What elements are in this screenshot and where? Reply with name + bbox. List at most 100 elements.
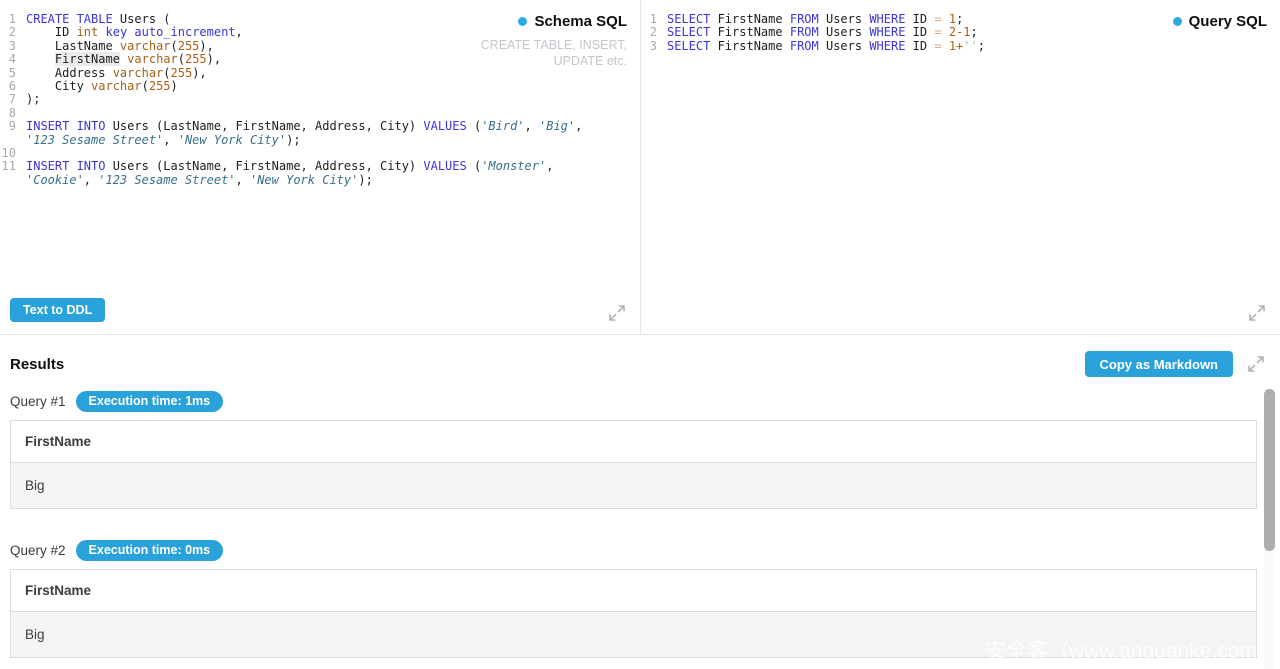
code-token bbox=[942, 25, 949, 39]
code-token: SELECT bbox=[667, 12, 710, 26]
code-token: 'New York City' bbox=[178, 133, 286, 147]
code-token: ); bbox=[286, 133, 300, 147]
code-token: varchar bbox=[113, 66, 164, 80]
code-text: SELECT FirstName FROM Users WHERE ID = 1… bbox=[667, 40, 985, 53]
code-text: CREATE TABLE Users ( bbox=[26, 13, 171, 26]
code-token: ID bbox=[905, 39, 934, 53]
code-token: , bbox=[236, 173, 250, 187]
code-token: = bbox=[934, 12, 941, 26]
query-sql-editor[interactable]: 1 SELECT FirstName FROM Users WHERE ID = … bbox=[640, 0, 1280, 334]
code-text: LastName varchar(255), bbox=[26, 40, 214, 53]
code-token: , bbox=[236, 25, 243, 39]
code-token bbox=[26, 52, 55, 66]
line-number: 2 bbox=[0, 26, 26, 39]
code-token: FirstName bbox=[710, 25, 789, 39]
code-token: LastName bbox=[26, 39, 120, 53]
code-token: = bbox=[934, 25, 941, 39]
query-panel-label: Query SQL bbox=[1173, 13, 1267, 30]
line-number: 11 bbox=[0, 160, 26, 173]
query-status-dot-icon bbox=[1173, 17, 1182, 26]
line-number: 5 bbox=[0, 67, 26, 80]
table-row: Big bbox=[11, 612, 1256, 657]
editor-panels: 1CREATE TABLE Users (2 ID int key auto_i… bbox=[0, 0, 1280, 335]
code-text: City varchar(255) bbox=[26, 80, 178, 93]
code-token: 'Bird' bbox=[481, 119, 524, 133]
results-section: Results Copy as Markdown Query #1 Execut… bbox=[0, 335, 1280, 669]
schema-status-dot-icon bbox=[518, 17, 527, 26]
code-token: City bbox=[26, 79, 91, 93]
code-token: ; bbox=[956, 12, 963, 26]
code-token: Address bbox=[26, 66, 113, 80]
code-token: ( bbox=[467, 119, 481, 133]
code-token: int bbox=[77, 25, 99, 39]
query1-execution-time-badge: Execution time: 1ms bbox=[76, 391, 224, 412]
code-line: 8 bbox=[0, 107, 640, 120]
table-row: Big bbox=[11, 463, 1256, 508]
code-text: '123 Sesame Street', 'New York City'); bbox=[26, 134, 301, 147]
code-token: WHERE bbox=[869, 39, 905, 53]
code-token: 255 bbox=[149, 79, 171, 93]
code-text: 'Cookie', '123 Sesame Street', 'New York… bbox=[26, 174, 373, 187]
results-actions: Copy as Markdown bbox=[1085, 351, 1266, 377]
code-token: WHERE bbox=[869, 12, 905, 26]
code-token: '123 Sesame Street' bbox=[26, 133, 163, 147]
code-token: ID bbox=[905, 25, 934, 39]
code-token: ), bbox=[199, 39, 213, 53]
expand-results-icon[interactable] bbox=[1246, 354, 1266, 374]
code-token: '123 Sesame Street' bbox=[98, 173, 235, 187]
code-token: 1 bbox=[949, 12, 956, 26]
code-token: FirstName bbox=[710, 39, 789, 53]
code-token: 255 bbox=[171, 66, 193, 80]
code-text: FirstName varchar(255), bbox=[26, 53, 221, 66]
line-number: 6 bbox=[0, 80, 26, 93]
code-token: ; bbox=[978, 39, 985, 53]
code-token: Users (LastName, FirstName, Address, Cit… bbox=[105, 159, 423, 173]
code-token: CREATE TABLE bbox=[26, 12, 113, 26]
code-token: ( bbox=[171, 39, 178, 53]
code-token: , bbox=[163, 133, 177, 147]
code-token: ID bbox=[905, 12, 934, 26]
code-token: SELECT bbox=[667, 39, 710, 53]
code-token: INSERT INTO bbox=[26, 159, 105, 173]
code-token: INSERT INTO bbox=[26, 119, 105, 133]
code-token: 255 bbox=[178, 39, 200, 53]
code-token: Users bbox=[819, 25, 870, 39]
code-token: FROM bbox=[790, 25, 819, 39]
code-token: Users ( bbox=[113, 12, 171, 26]
query2-label: Query #2 bbox=[10, 543, 66, 558]
code-token: Users bbox=[819, 39, 870, 53]
expand-schema-icon[interactable] bbox=[607, 303, 627, 323]
code-token: , bbox=[575, 119, 582, 133]
code-token: FROM bbox=[790, 39, 819, 53]
code-token: FirstName bbox=[55, 52, 120, 66]
code-token: ( bbox=[163, 66, 170, 80]
code-token: ); bbox=[358, 173, 372, 187]
schema-sql-editor[interactable]: 1CREATE TABLE Users (2 ID int key auto_i… bbox=[0, 0, 640, 334]
copy-as-markdown-button[interactable]: Copy as Markdown bbox=[1085, 351, 1233, 377]
line-number: 2 bbox=[641, 26, 667, 39]
code-token: varchar bbox=[120, 39, 171, 53]
line-number: 3 bbox=[0, 40, 26, 53]
query2-result-block: Query #2 Execution time: 0ms FirstName B… bbox=[0, 540, 1280, 658]
expand-query-icon[interactable] bbox=[1247, 303, 1267, 323]
results-scrollbar-thumb[interactable] bbox=[1264, 389, 1275, 551]
code-token bbox=[942, 39, 949, 53]
code-token: FirstName bbox=[710, 12, 789, 26]
code-token: ( bbox=[142, 79, 149, 93]
schema-panel-title: Schema SQL bbox=[534, 13, 627, 30]
code-token: , bbox=[84, 173, 98, 187]
code-token: '' bbox=[963, 39, 977, 53]
code-token: 255 bbox=[185, 52, 207, 66]
code-token: varchar bbox=[91, 79, 142, 93]
code-token bbox=[98, 25, 105, 39]
code-text: ID int key auto_increment, bbox=[26, 26, 243, 39]
line-number: 7 bbox=[0, 93, 26, 106]
code-token: 'Monster' bbox=[481, 159, 546, 173]
line-number bbox=[0, 174, 26, 187]
results-header: Results Copy as Markdown bbox=[0, 350, 1280, 378]
code-line: 6 City varchar(255) bbox=[0, 80, 640, 93]
line-number: 8 bbox=[0, 107, 26, 120]
code-token: VALUES bbox=[423, 159, 466, 173]
code-token: 2-1 bbox=[949, 25, 971, 39]
text-to-ddl-button[interactable]: Text to DDL bbox=[10, 298, 105, 322]
